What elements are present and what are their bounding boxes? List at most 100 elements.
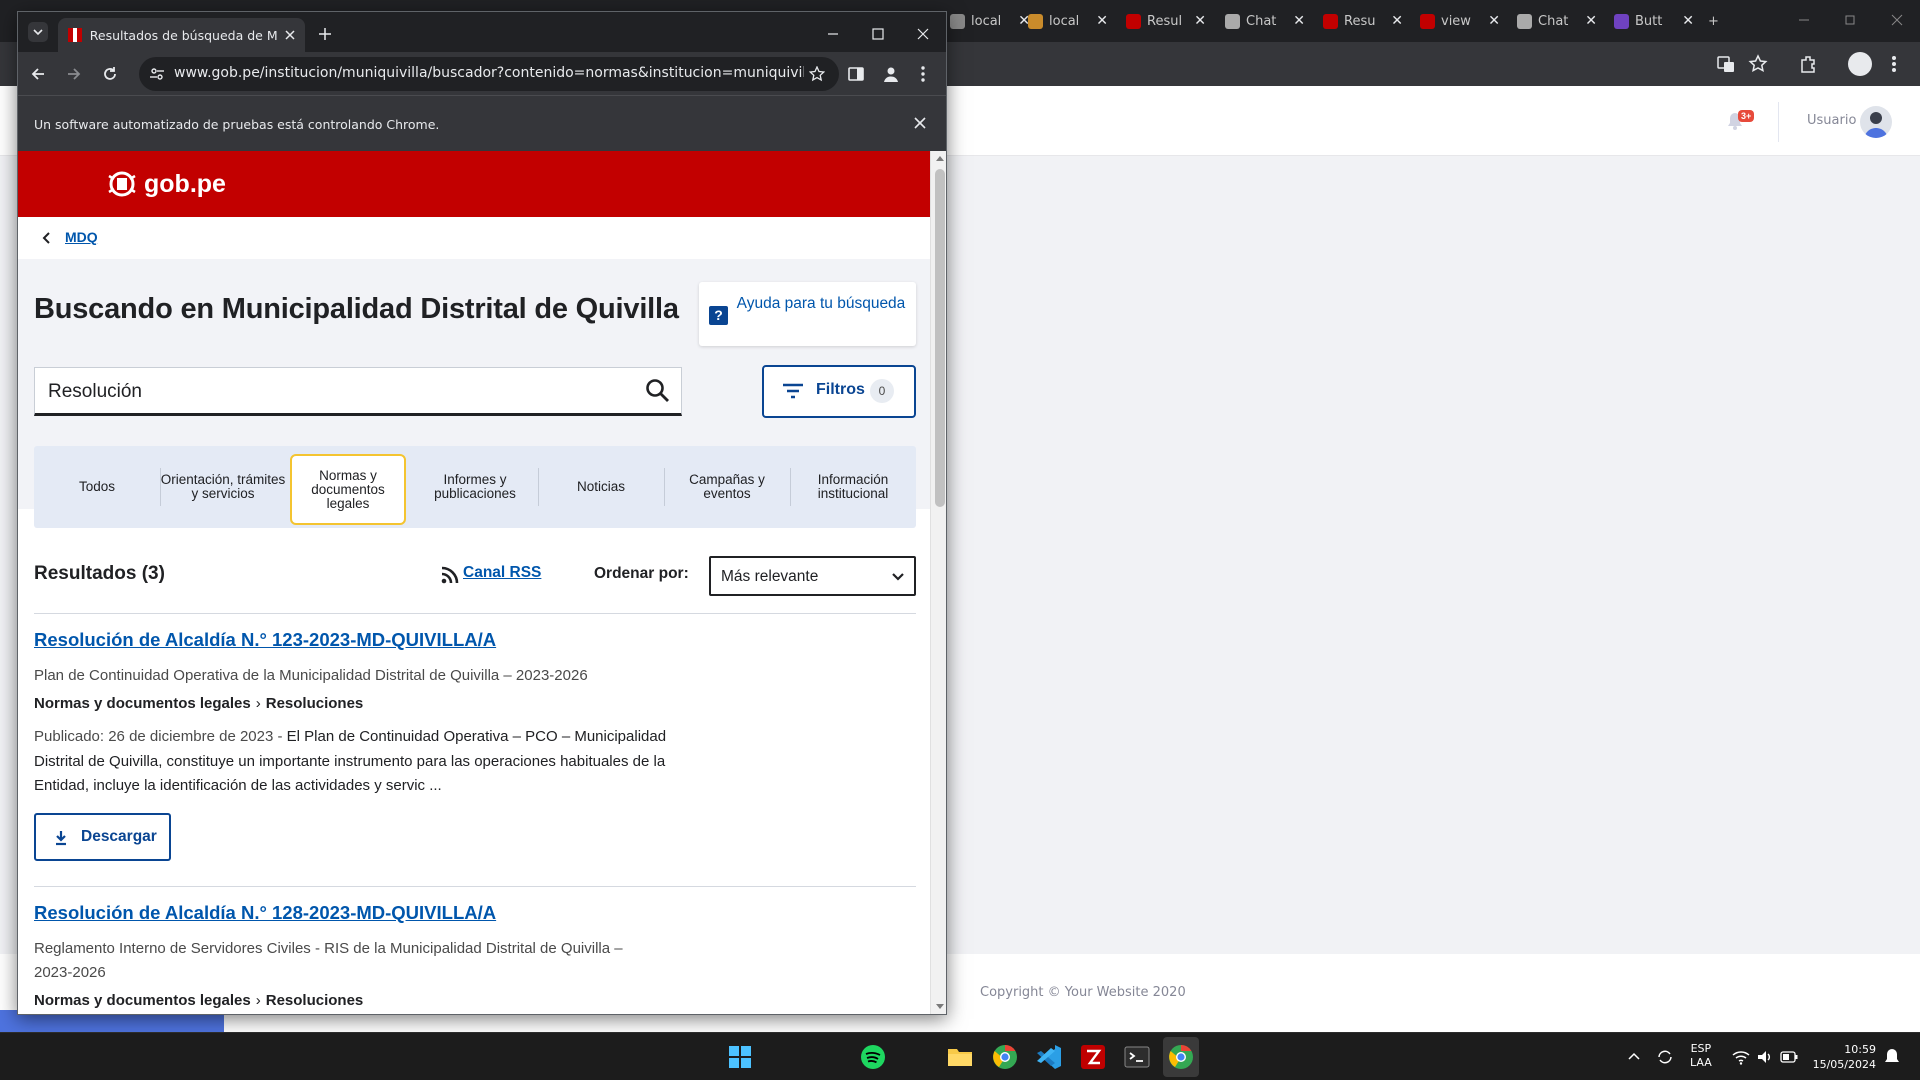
extensions-icon[interactable] bbox=[1798, 54, 1818, 74]
tab-campanas[interactable]: Campañas y eventos bbox=[664, 446, 790, 528]
search-icon[interactable] bbox=[645, 378, 671, 404]
bookmark-icon[interactable] bbox=[809, 66, 825, 82]
tab-normas[interactable]: Normas y documentos legales bbox=[290, 454, 406, 525]
chevron-right-icon: › bbox=[255, 992, 261, 1009]
result-category: Normas y documentos legales › Resoluciones bbox=[34, 992, 916, 1009]
breadcrumb: MDQ bbox=[18, 217, 930, 259]
minimize-icon[interactable] bbox=[826, 27, 840, 41]
side-panel-icon[interactable] bbox=[847, 65, 865, 83]
chrome-window: Resultados de búsqueda de Municipalidad … bbox=[17, 11, 947, 1015]
help-search-link[interactable]: ? Ayuda para tu búsqueda bbox=[699, 282, 916, 346]
result-title-link[interactable]: Resolución de Alcaldía N.° 123-2023-MD-Q… bbox=[34, 629, 916, 651]
tab-search-icon[interactable] bbox=[28, 22, 48, 42]
scroll-down-icon[interactable] bbox=[936, 1004, 944, 1010]
filters-button[interactable]: Filtros 0 bbox=[762, 365, 916, 418]
clock-date: 15/05/2024 bbox=[1812, 1058, 1876, 1071]
gob-header: gob.pe bbox=[18, 151, 930, 217]
background-tab[interactable]: view ✕ bbox=[1420, 8, 1500, 34]
bg-close-icon[interactable] bbox=[1890, 13, 1904, 27]
translate-icon[interactable] bbox=[1716, 54, 1736, 74]
rss-icon bbox=[441, 566, 459, 584]
url-text[interactable]: www.gob.pe/institucion/muniquivilla/busc… bbox=[174, 65, 804, 81]
background-tab-label: local bbox=[1049, 13, 1080, 29]
logo-text: gob.pe bbox=[144, 169, 226, 198]
profile-avatar[interactable] bbox=[1848, 52, 1872, 76]
tab-close-icon[interactable]: ✕ bbox=[1585, 13, 1597, 29]
maximize-icon[interactable] bbox=[871, 27, 885, 41]
sort-select[interactable]: Más relevante bbox=[709, 556, 916, 596]
tab-close-icon[interactable]: ✕ bbox=[1488, 13, 1500, 29]
tab-noticias[interactable]: Noticias bbox=[538, 446, 664, 528]
result-category: Normas y documentos legales › Resoluciones bbox=[34, 695, 916, 712]
help-label: Ayuda para tu búsqueda bbox=[736, 295, 906, 312]
tab-orientacion[interactable]: Orientación, trámites y servicios bbox=[160, 446, 286, 528]
background-tab[interactable]: Resu ✕ bbox=[1323, 8, 1403, 34]
tab-informes[interactable]: Informes y publicaciones bbox=[412, 446, 538, 528]
download-button[interactable]: Descargar bbox=[34, 812, 171, 861]
file-explorer-icon[interactable] bbox=[945, 1042, 975, 1072]
user-avatar[interactable] bbox=[1860, 106, 1892, 138]
battery-icon[interactable] bbox=[1780, 1050, 1798, 1064]
reload-icon[interactable] bbox=[101, 65, 119, 83]
background-tab[interactable]: Resul ✕ bbox=[1126, 8, 1206, 34]
windows-start-icon[interactable] bbox=[725, 1042, 755, 1072]
vscode-icon[interactable] bbox=[1034, 1042, 1064, 1072]
scroll-up-icon[interactable] bbox=[936, 155, 944, 161]
keyboard-language[interactable]: ESP LAA bbox=[1690, 1042, 1712, 1070]
wifi-icon[interactable] bbox=[1732, 1049, 1750, 1065]
page-scrollbar[interactable] bbox=[930, 151, 946, 1014]
tab-close-icon[interactable]: ✕ bbox=[1391, 13, 1403, 29]
topbar-divider bbox=[1778, 102, 1779, 142]
profile-icon[interactable] bbox=[882, 65, 900, 83]
tab-strip: Resultados de búsqueda de Municipalidad … bbox=[18, 12, 946, 52]
scroll-thumb[interactable] bbox=[935, 169, 945, 507]
lang-bottom: LAA bbox=[1690, 1056, 1712, 1069]
background-tab[interactable]: Butt ✕ bbox=[1614, 8, 1694, 34]
tab-favicon-icon bbox=[1323, 13, 1338, 29]
chevron-down-icon bbox=[892, 573, 904, 581]
tab-close-icon[interactable]: ✕ bbox=[1194, 13, 1206, 29]
user-name[interactable]: Usuario bbox=[1807, 113, 1856, 128]
content-type-tabs: Todos Orientación, trámites y servicios … bbox=[34, 446, 916, 528]
sort-label: Ordenar por: bbox=[594, 565, 689, 582]
category-label: Normas y documentos legales bbox=[34, 992, 251, 1009]
chrome-icon[interactable] bbox=[1166, 1042, 1196, 1072]
sync-icon[interactable] bbox=[1656, 1048, 1674, 1066]
new-tab-icon[interactable] bbox=[318, 27, 332, 41]
site-info-icon[interactable] bbox=[149, 66, 165, 82]
background-tab[interactable]: Chat ✕ bbox=[1517, 8, 1597, 34]
tab-todos[interactable]: Todos bbox=[34, 446, 160, 528]
bg-restore-icon[interactable] bbox=[1843, 13, 1857, 27]
filezilla-icon[interactable] bbox=[1078, 1042, 1108, 1072]
chrome-dev-icon[interactable] bbox=[990, 1042, 1020, 1072]
notifications-bell-icon[interactable] bbox=[1884, 1048, 1900, 1066]
search-input[interactable]: Resolución bbox=[34, 367, 682, 416]
chrome-menu-icon[interactable] bbox=[920, 65, 926, 83]
back-icon[interactable] bbox=[29, 65, 47, 83]
tab-close-icon[interactable] bbox=[285, 30, 295, 40]
clock[interactable]: 10:59 15/05/2024 bbox=[1808, 1042, 1876, 1072]
background-tab[interactable]: Chat ✕ bbox=[1225, 8, 1305, 34]
tab-close-icon[interactable]: ✕ bbox=[1682, 13, 1694, 29]
spotify-icon[interactable] bbox=[858, 1042, 888, 1072]
gob-logo[interactable]: gob.pe bbox=[106, 168, 226, 200]
result-title-link[interactable]: Resolución de Alcaldía N.° 128-2023-MD-Q… bbox=[34, 902, 916, 924]
tab-close-icon[interactable]: ✕ bbox=[1096, 13, 1108, 29]
bookmark-star-icon[interactable] bbox=[1748, 54, 1768, 74]
close-window-icon[interactable] bbox=[916, 27, 930, 41]
background-tab[interactable]: local ✕ bbox=[950, 8, 1030, 34]
breadcrumb-link[interactable]: MDQ bbox=[65, 229, 98, 245]
tab-close-icon[interactable]: ✕ bbox=[1293, 13, 1305, 29]
menu-kebab-icon[interactable] bbox=[1890, 54, 1898, 74]
bg-minimize-icon[interactable] bbox=[1797, 13, 1811, 27]
terminal-icon[interactable] bbox=[1122, 1042, 1152, 1072]
tray-chevron-up-icon[interactable] bbox=[1627, 1051, 1641, 1061]
background-tab[interactable]: local ✕ bbox=[1028, 8, 1108, 34]
infobar-close-icon[interactable] bbox=[914, 117, 926, 129]
forward-icon[interactable] bbox=[65, 65, 83, 83]
rss-link[interactable]: Canal RSS bbox=[463, 564, 541, 582]
active-tab[interactable]: Resultados de búsqueda de Municipalidad … bbox=[58, 18, 305, 52]
tab-informacion[interactable]: Información institucional bbox=[790, 446, 916, 528]
volume-icon[interactable] bbox=[1756, 1049, 1774, 1065]
new-tab-icon[interactable]: + bbox=[1708, 8, 1719, 34]
